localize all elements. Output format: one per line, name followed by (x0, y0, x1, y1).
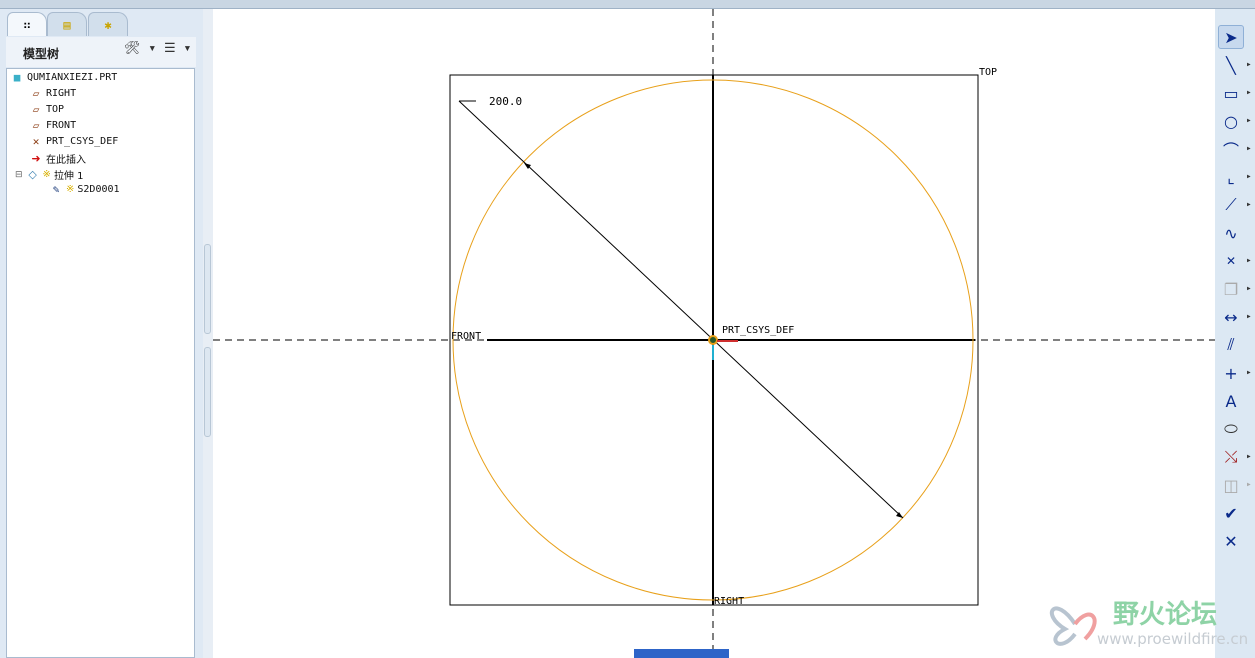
watermark-logo (1049, 606, 1097, 646)
datum-plane-icon: ▱ (32, 87, 40, 100)
datum-plane-icon: ▱ (32, 119, 40, 132)
tree-node-csys[interactable]: ✕ PRT_CSYS_DEF (29, 135, 119, 148)
modify-tool[interactable]: ⫽ (1218, 333, 1244, 357)
folder-browser-icon: ▤ (63, 17, 71, 32)
fillet-icon: ⌞ (1227, 167, 1235, 187)
tree-node-label: S2D0001 (77, 184, 120, 195)
line-tool[interactable]: ╲ (1218, 53, 1244, 77)
taskbar-fragment (634, 649, 729, 658)
dimension-tool[interactable]: ↔ (1218, 305, 1244, 329)
settings-list-icon: ☰ (164, 41, 176, 56)
sketch-canvas[interactable]: 200.0 TOP FRONT RIGHT PRT_CSYS_DEF (213, 9, 1215, 658)
offset-edge-tool[interactable]: ❐ (1218, 277, 1244, 301)
palette-icon: ⬭ (1224, 419, 1238, 438)
tree-node-label: TOP (46, 104, 65, 115)
tree-node-top[interactable]: ▱ TOP (29, 103, 64, 116)
select-arrow-icon: ➤ (1224, 27, 1238, 47)
trim-tool[interactable]: ⤯ (1218, 445, 1244, 469)
fillet-tool[interactable]: ⌞ (1218, 165, 1244, 189)
trim-icon: ⤯ (1224, 447, 1238, 466)
tools-icon: 🛠 (124, 41, 141, 56)
circle-icon: ○ (1224, 111, 1238, 131)
csys-icon: ✕ (32, 135, 40, 148)
new-marker: ※ (66, 184, 75, 195)
tree-node-label: 拉伸 1 (53, 171, 84, 182)
tab-folder-browser[interactable]: ▤ (47, 12, 87, 36)
diameter-dimension-value[interactable]: 200.0 (489, 95, 522, 108)
favorites-folder-icon: ✱ (104, 17, 112, 32)
tree-node-extrude[interactable]: ⊟ ◇ ※ 拉伸 1 (15, 167, 83, 182)
tab-favorites[interactable]: ✱ (88, 12, 128, 36)
tree-node-label: QUMIANXIEZI.PRT (27, 72, 118, 83)
watermark-title: 野火论坛 (1113, 600, 1218, 630)
model-tree-icon: ⠶ (22, 17, 32, 32)
tree-node-label: FRONT (46, 120, 77, 131)
splitter-grip-bottom[interactable] (204, 347, 211, 437)
top-strip (0, 0, 1255, 9)
label-top: TOP (979, 67, 997, 78)
tree-node-label: PRT_CSYS_DEF (46, 136, 119, 147)
tree-node-label: 在此插入 (46, 155, 86, 166)
model-tree-header: 模型树 🛠 ▾ ☰ ▾ (6, 37, 196, 67)
insert-here-arrow-icon: ➜ (31, 152, 41, 165)
label-right: RIGHT (714, 596, 744, 607)
palette-tool[interactable]: ⬭ (1218, 417, 1244, 441)
cancel-x-icon: ✕ (1224, 531, 1238, 551)
line-icon: ╲ (1226, 55, 1236, 75)
tree-node-right[interactable]: ▱ RIGHT (29, 87, 76, 100)
model-tree: ■ QUMIANXIEZI.PRT ▱ RIGHT ▱ TOP ▱ FRONT ✕ PRT… (6, 68, 195, 658)
datum-plane-icon: ▱ (32, 103, 40, 116)
text-icon: A (1225, 391, 1237, 411)
sketch-toolbar: ➤ ╲ ▶ ▭ ▶ ○ ▶ ⌒ ▶ ⌞ ▶ ⟋ ▶ ∿ ✕ ▶ ❐ ▶ ↔ ▶ ⫽ + ▶ A ⬭ … (1215, 9, 1255, 658)
tree-node-part[interactable]: ■ QUMIANXIEZI.PRT (10, 71, 118, 84)
point-tool[interactable]: ✕ (1218, 249, 1244, 273)
watermark: 野火论坛 www.proewildfire.cn (1045, 592, 1255, 658)
csys-origin-icon (708, 335, 718, 345)
rectangle-icon: ▭ (1223, 83, 1239, 103)
accept-check-icon: ✔ (1224, 503, 1238, 523)
sketch-icon: ✎ (52, 183, 60, 196)
circle-tool[interactable]: ○ (1218, 109, 1244, 133)
tree-node-front[interactable]: ▱ FRONT (29, 119, 76, 132)
accept-button[interactable]: ✔ (1218, 501, 1244, 525)
constraint-tool[interactable]: + (1218, 361, 1244, 385)
panel-splitter[interactable] (203, 9, 213, 658)
watermark-url: www.proewildfire.cn (1097, 630, 1249, 648)
mirror-tool[interactable]: ◫ (1218, 473, 1244, 497)
label-csys: PRT_CSYS_DEF (722, 325, 794, 336)
constraint-icon: + (1224, 363, 1238, 383)
text-tool[interactable]: A (1218, 389, 1244, 413)
tree-node-label: RIGHT (46, 88, 77, 99)
new-marker: ※ (42, 169, 51, 180)
chamfer-tool[interactable]: ⟋ (1218, 193, 1244, 217)
rectangle-tool[interactable]: ▭ (1218, 81, 1244, 105)
extrude-icon: ◇ (28, 168, 37, 181)
spline-icon: ∿ (1224, 223, 1238, 243)
tree-node-insert-here[interactable]: ➜ 在此插入 (29, 151, 86, 166)
tree-node-sketch[interactable]: ✎ ※ S2D0001 (49, 183, 120, 196)
mirror-icon: ◫ (1223, 475, 1239, 495)
arc-icon: ⌒ (1222, 141, 1239, 160)
arc-tool[interactable]: ⌒ (1218, 137, 1244, 161)
dimension-icon: ↔ (1224, 307, 1238, 327)
collapse-toggle-icon[interactable]: ⊟ (15, 170, 23, 180)
tab-model-tree[interactable]: ⠶ (7, 12, 47, 36)
label-front: FRONT (451, 331, 481, 342)
cancel-button[interactable]: ✕ (1218, 529, 1244, 553)
tree-tools-button[interactable]: 🛠 ▾ (124, 41, 156, 56)
part-icon: ■ (13, 71, 21, 84)
navigator-panel: ⠶ ▤ ✱ 模型树 🛠 ▾ ☰ ▾ ■ QUMIANXIEZI.PRT ▱ RIGH… (0, 9, 203, 658)
tree-settings-button[interactable]: ☰ ▾ (164, 41, 191, 56)
splitter-grip-top[interactable] (204, 244, 211, 334)
modify-icon: ⫽ (1227, 335, 1235, 354)
chamfer-icon: ⟋ (1225, 195, 1237, 214)
point-icon: ✕ (1225, 254, 1237, 268)
select-tool[interactable]: ➤ (1218, 25, 1244, 49)
model-tree-title: 模型树 (23, 47, 60, 61)
offset-edge-icon: ❐ (1223, 279, 1239, 299)
spline-tool[interactable]: ∿ (1218, 221, 1244, 245)
